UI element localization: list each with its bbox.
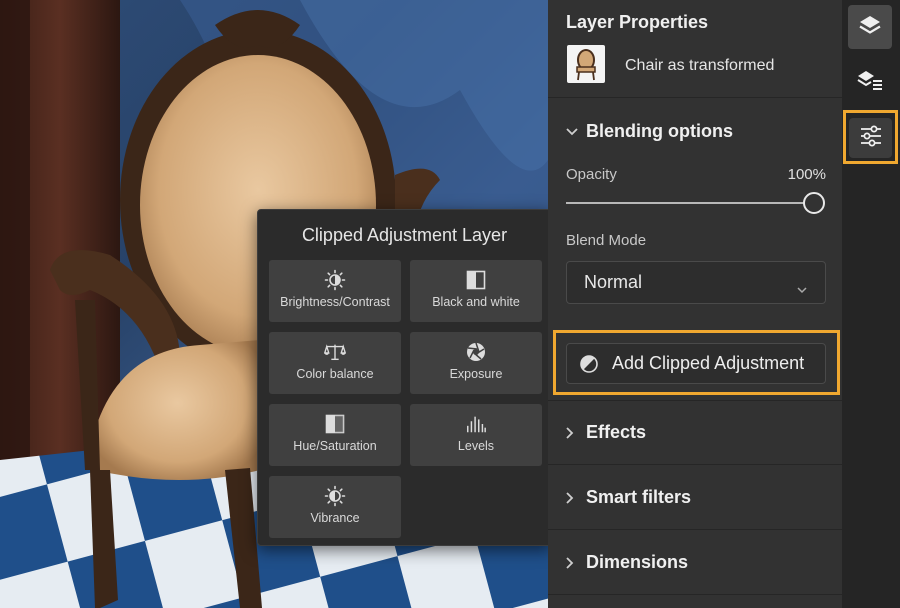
tile-black-and-white[interactable]: Black and white bbox=[410, 260, 542, 322]
tile-label: Vibrance bbox=[310, 511, 360, 525]
blend-mode-label: Blend Mode bbox=[566, 232, 647, 249]
vibrance-icon bbox=[324, 485, 346, 507]
section-label: Smart filters bbox=[586, 487, 692, 507]
section-blending-options[interactable]: Blending options bbox=[566, 121, 733, 142]
chevron-down-icon bbox=[566, 125, 580, 139]
layer-name: Chair as transformed bbox=[625, 57, 775, 74]
divider bbox=[548, 400, 842, 401]
tile-label: Black and white bbox=[432, 295, 520, 309]
tile-label: Hue/Saturation bbox=[293, 439, 377, 453]
tile-label: Color balance bbox=[296, 367, 374, 381]
adjustment-circle-icon bbox=[579, 354, 599, 374]
tile-label: Brightness/Contrast bbox=[280, 295, 390, 309]
layer-properties-icon bbox=[857, 68, 883, 97]
chevron-right-icon bbox=[566, 491, 580, 505]
blend-mode-value: Normal bbox=[584, 272, 643, 292]
layer-properties-panel: Layer Properties Chair as transformed Bl… bbox=[548, 0, 842, 608]
levels-icon bbox=[465, 413, 487, 435]
divider bbox=[548, 594, 842, 595]
tile-exposure[interactable]: Exposure bbox=[410, 332, 542, 394]
black-and-white-icon bbox=[465, 269, 487, 291]
adjustments-icon bbox=[859, 125, 883, 152]
add-clipped-adjustment-button[interactable]: Add Clipped Adjustment bbox=[566, 343, 826, 384]
section-dimensions[interactable]: Dimensions bbox=[566, 552, 688, 573]
tile-label: Levels bbox=[457, 439, 495, 453]
divider bbox=[548, 529, 842, 530]
divider bbox=[548, 97, 842, 98]
layers-button[interactable] bbox=[848, 5, 892, 49]
tile-hue-saturation[interactable]: Hue/Saturation bbox=[269, 404, 401, 466]
adjustments-highlight bbox=[843, 110, 898, 164]
color-balance-icon bbox=[324, 341, 346, 363]
chevron-right-icon bbox=[566, 426, 580, 440]
divider bbox=[548, 464, 842, 465]
opacity-slider-track[interactable] bbox=[566, 202, 810, 204]
opacity-slider-handle[interactable] bbox=[803, 192, 825, 214]
blend-mode-dropdown[interactable]: Normal bbox=[566, 261, 826, 304]
chevron-down-icon bbox=[797, 278, 807, 299]
tile-brightness-contrast[interactable]: Brightness/Contrast bbox=[269, 260, 401, 322]
opacity-label: Opacity bbox=[566, 166, 617, 183]
layers-icon bbox=[858, 13, 882, 42]
tile-vibrance[interactable]: Vibrance bbox=[269, 476, 401, 538]
tile-levels[interactable]: Levels bbox=[410, 404, 542, 466]
chevron-right-icon bbox=[566, 556, 580, 570]
panel-title: Layer Properties bbox=[566, 12, 709, 32]
section-effects[interactable]: Effects bbox=[566, 422, 646, 443]
right-tool-rail bbox=[842, 0, 900, 608]
tile-color-balance[interactable]: Color balance bbox=[269, 332, 401, 394]
layer-thumbnail[interactable] bbox=[567, 45, 605, 83]
clipped-adjustment-popover: Clipped Adjustment Layer Brightness/Cont… bbox=[257, 209, 552, 546]
tile-label: Exposure bbox=[449, 367, 503, 381]
adjustments-button[interactable] bbox=[849, 118, 892, 158]
section-label: Effects bbox=[586, 422, 647, 442]
brightness-contrast-icon bbox=[324, 269, 346, 291]
exposure-icon bbox=[465, 341, 487, 363]
popover-title: Clipped Adjustment Layer bbox=[301, 225, 508, 245]
section-label: Dimensions bbox=[586, 552, 689, 572]
layer-properties-button[interactable] bbox=[848, 60, 892, 104]
section-label: Blending options bbox=[586, 121, 733, 141]
opacity-value[interactable]: 100% bbox=[788, 166, 826, 183]
add-clipped-adjustment-label: Add Clipped Adjustment bbox=[612, 353, 805, 373]
hue-saturation-icon bbox=[324, 413, 346, 435]
add-clipped-adjustment-highlight: Add Clipped Adjustment bbox=[553, 330, 840, 395]
section-smart-filters[interactable]: Smart filters bbox=[566, 487, 691, 508]
